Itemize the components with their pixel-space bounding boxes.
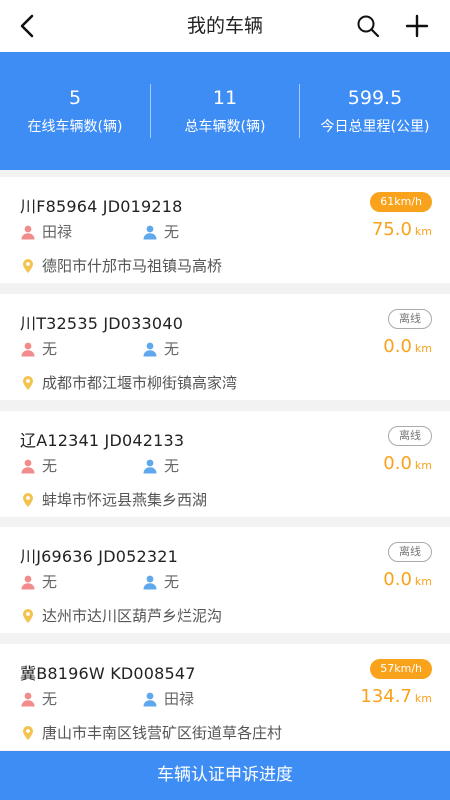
offline-badge: 离线: [388, 426, 432, 446]
copilot-info: 无: [142, 338, 179, 359]
stat-label: 今日总里程(公里): [320, 119, 430, 135]
offline-badge: 离线: [388, 309, 432, 329]
vehicle-card[interactable]: 川F85964 JD019218 61km/h 田禄 无 75.0 km 德阳市什…: [0, 177, 450, 283]
driver-person-icon: [21, 459, 35, 473]
vehicle-location: 成都市都江堰市柳街镇高家湾: [20, 372, 237, 393]
mileage: 134.7 km: [360, 686, 432, 707]
vehicle-location: 达州市达川区葫芦乡烂泥沟: [20, 605, 222, 626]
copilot-name: 无: [164, 573, 180, 591]
driver-person-icon: [21, 225, 35, 239]
address-text: 成都市都江堰市柳街镇高家湾: [42, 374, 238, 392]
copilot-info: 无: [142, 455, 179, 476]
driver-name: 无: [42, 340, 58, 358]
add-icon[interactable]: [404, 13, 430, 39]
speed-badge: 57km/h: [370, 659, 432, 679]
copilot-person-icon: [143, 459, 157, 473]
stat-value: 11: [212, 87, 238, 109]
copilot-name: 无: [164, 223, 180, 241]
copilot-person-icon: [143, 225, 157, 239]
driver-person-icon: [21, 342, 35, 356]
address-text: 蚌埠市怀远县燕集乡西湖: [42, 491, 208, 509]
copilot-person-icon: [143, 575, 157, 589]
mileage-unit: km: [414, 459, 432, 472]
mileage: 0.0 km: [383, 453, 432, 474]
appeal-progress-button[interactable]: 车辆认证申诉进度: [0, 751, 450, 800]
vehicle-plate: 辽A12341 JD042133: [20, 431, 185, 450]
driver-info: 无: [20, 455, 57, 476]
copilot-info: 无: [142, 571, 179, 592]
mileage-value: 75.0: [371, 219, 412, 240]
location-pin-icon: [23, 608, 33, 623]
copilot-person-icon: [143, 342, 157, 356]
address-text: 德阳市什邡市马祖镇马高桥: [42, 257, 223, 275]
driver-info: 无: [20, 571, 57, 592]
driver-person-icon: [21, 692, 35, 706]
copilot-person-icon: [143, 692, 157, 706]
vehicle-plate: 川T32535 JD033040: [20, 314, 184, 333]
vehicle-plate: 冀B8196W KD008547: [20, 664, 196, 683]
driver-info: 无: [20, 688, 57, 709]
stat-value: 5: [68, 87, 82, 109]
copilot-name: 田禄: [164, 690, 195, 708]
mileage-unit: km: [414, 225, 432, 238]
stat-label: 总车辆数(辆): [184, 119, 266, 135]
vehicle-card[interactable]: 川J69636 JD052321 离线 无 无 0.0 km 达州市达川区葫芦乡烂…: [0, 527, 450, 633]
copilot-name: 无: [164, 340, 180, 358]
vehicle-plate: 川J69636 JD052321: [20, 547, 179, 566]
driver-name: 无: [42, 457, 58, 475]
driver-info: 田禄: [20, 221, 72, 242]
vehicle-card[interactable]: 川T32535 JD033040 离线 无 无 0.0 km 成都市都江堰市柳街镇…: [0, 294, 450, 400]
address-text: 达州市达川区葫芦乡烂泥沟: [42, 607, 223, 625]
mileage: 75.0 km: [372, 219, 432, 240]
driver-name: 无: [42, 573, 58, 591]
stat-label: 在线车辆数(辆): [27, 119, 123, 135]
top-bar: 我的车辆: [0, 0, 450, 52]
driver-info: 无: [20, 338, 57, 359]
stat-online-vehicles: 5 在线车辆数(辆): [0, 84, 150, 138]
stat-value: 599.5: [347, 87, 403, 109]
vehicle-location: 唐山市丰南区钱营矿区街道草各庄村: [20, 722, 282, 743]
mileage-unit: km: [414, 692, 432, 705]
mileage-value: 0.0: [383, 453, 412, 474]
location-pin-icon: [23, 375, 33, 390]
location-pin-icon: [23, 725, 33, 740]
driver-name: 无: [42, 690, 58, 708]
mileage-value: 0.0: [383, 336, 412, 357]
stat-today-mileage: 599.5 今日总里程(公里): [300, 84, 450, 138]
vehicle-card[interactable]: 冀B8196W KD008547 57km/h 无 田禄 134.7 km 唐山市…: [0, 644, 450, 750]
stat-total-vehicles: 11 总车辆数(辆): [150, 84, 300, 138]
copilot-info: 无: [142, 221, 179, 242]
page-title: 我的车辆: [186, 15, 263, 37]
search-icon[interactable]: [355, 13, 381, 39]
mileage: 0.0 km: [383, 336, 432, 357]
mileage-value: 0.0: [383, 569, 412, 590]
vehicle-location: 德阳市什邡市马祖镇马高桥: [20, 255, 222, 276]
location-pin-icon: [23, 258, 33, 273]
driver-person-icon: [21, 575, 35, 589]
mileage-value: 134.7: [360, 686, 412, 707]
copilot-name: 无: [164, 457, 180, 475]
vehicle-card[interactable]: 辽A12341 JD042133 离线 无 无 0.0 km 蚌埠市怀远县燕集乡西…: [0, 411, 450, 517]
driver-name: 田禄: [42, 223, 73, 241]
vehicle-plate: 川F85964 JD019218: [20, 197, 183, 216]
vehicle-location: 蚌埠市怀远县燕集乡西湖: [20, 489, 207, 510]
stat-divider: [299, 84, 300, 138]
stat-divider: [150, 84, 151, 138]
copilot-info: 田禄: [142, 688, 194, 709]
mileage: 0.0 km: [383, 569, 432, 590]
mileage-unit: km: [414, 342, 432, 355]
offline-badge: 离线: [388, 542, 432, 562]
address-text: 唐山市丰南区钱营矿区街道草各庄村: [42, 724, 283, 742]
speed-badge: 61km/h: [370, 192, 432, 212]
mileage-unit: km: [414, 575, 432, 588]
location-pin-icon: [23, 492, 33, 507]
stats-banner: 5 在线车辆数(辆) 11 总车辆数(辆) 599.5 今日总里程(公里): [0, 52, 450, 170]
